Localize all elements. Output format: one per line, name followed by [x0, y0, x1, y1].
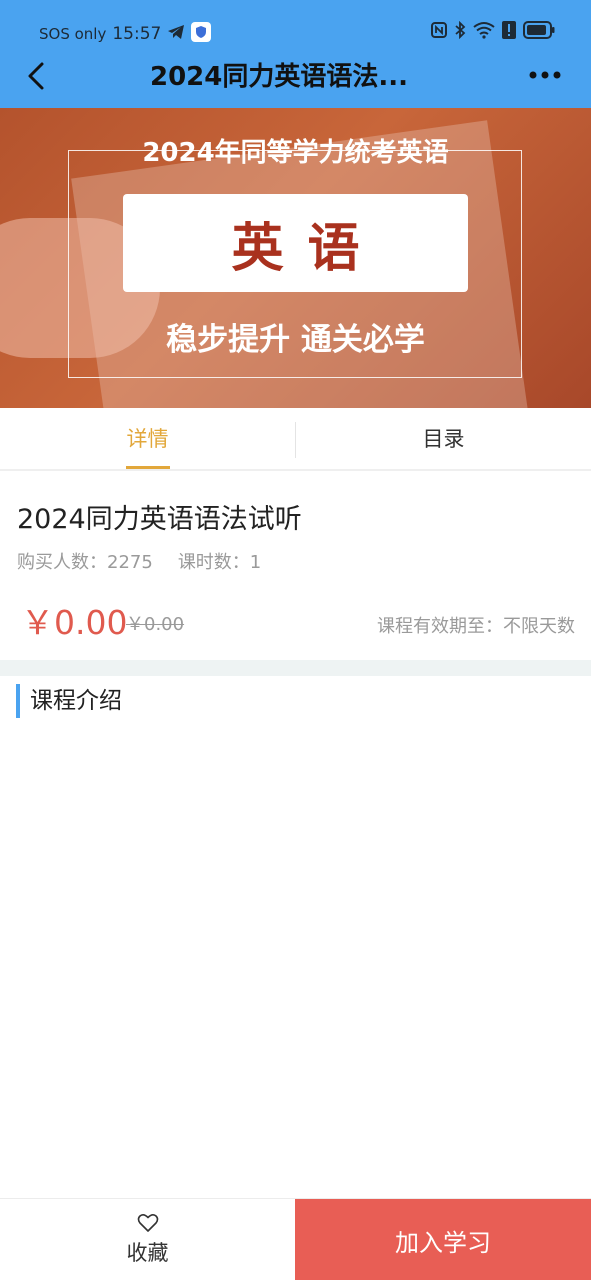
back-button[interactable]: [18, 58, 54, 94]
original-price: ￥0.00: [126, 614, 185, 635]
nav-bar: 2024同力英语语法...: [0, 50, 591, 108]
wifi-icon: [473, 21, 495, 43]
telegram-icon: [167, 24, 185, 44]
banner-headline-text: 2024年同等学力统考英语: [142, 138, 449, 168]
sos-text: SOS only: [39, 25, 107, 43]
tab-details[interactable]: 详情: [0, 408, 295, 471]
bluetooth-icon: [454, 20, 466, 43]
shield-app-icon: [191, 22, 212, 46]
favorite-label: 收藏: [126, 1241, 169, 1265]
heart-outline-icon: [137, 1214, 158, 1232]
top-bar: SOS only 15:57 2024同力英语语法...: [0, 0, 591, 108]
course-meta: 购买人数：2275 课时数：1: [17, 548, 261, 574]
bottom-action-bar: 收藏 加入学习: [0, 1198, 591, 1280]
page-title: 2024同力英语语法...: [150, 62, 408, 92]
chevron-left-icon: [28, 62, 44, 90]
section-separator: [0, 660, 591, 676]
status-left: SOS only 15:57: [39, 22, 212, 46]
course-intro-heading: 课程介绍: [16, 684, 122, 718]
buyers-count: 购买人数：2275: [17, 552, 153, 573]
more-button[interactable]: [527, 60, 563, 90]
clock-time: 15:57: [112, 24, 162, 44]
tab-catalog[interactable]: 目录: [296, 408, 591, 471]
alert-icon: [502, 21, 516, 43]
banner-subject-box: 英语: [123, 194, 468, 292]
validity-period: 课程有效期至：不限天数: [377, 616, 575, 637]
course-title: 2024同力英语语法试听: [17, 504, 302, 535]
banner-headline: 2024年同等学力统考英语: [0, 132, 591, 169]
tab-bar: 详情 目录: [0, 408, 591, 471]
favorite-button[interactable]: 收藏: [0, 1199, 295, 1280]
current-price: ￥0.00: [21, 603, 128, 642]
more-dots-icon: [529, 71, 561, 79]
active-tab-indicator: [126, 466, 170, 469]
course-banner: 2024年同等学力统考英语 英语 稳步提升 通关必学: [0, 108, 591, 408]
banner-subject-text: 英语: [231, 218, 384, 279]
lessons-count: 课时数：1: [177, 552, 262, 573]
nfc-icon: [431, 22, 447, 42]
banner-slogan: 稳步提升 通关必学: [166, 322, 425, 358]
join-study-button[interactable]: 加入学习: [295, 1199, 591, 1280]
battery-icon: [523, 21, 555, 43]
status-right: [431, 20, 555, 43]
status-bar: SOS only 15:57: [0, 0, 591, 50]
